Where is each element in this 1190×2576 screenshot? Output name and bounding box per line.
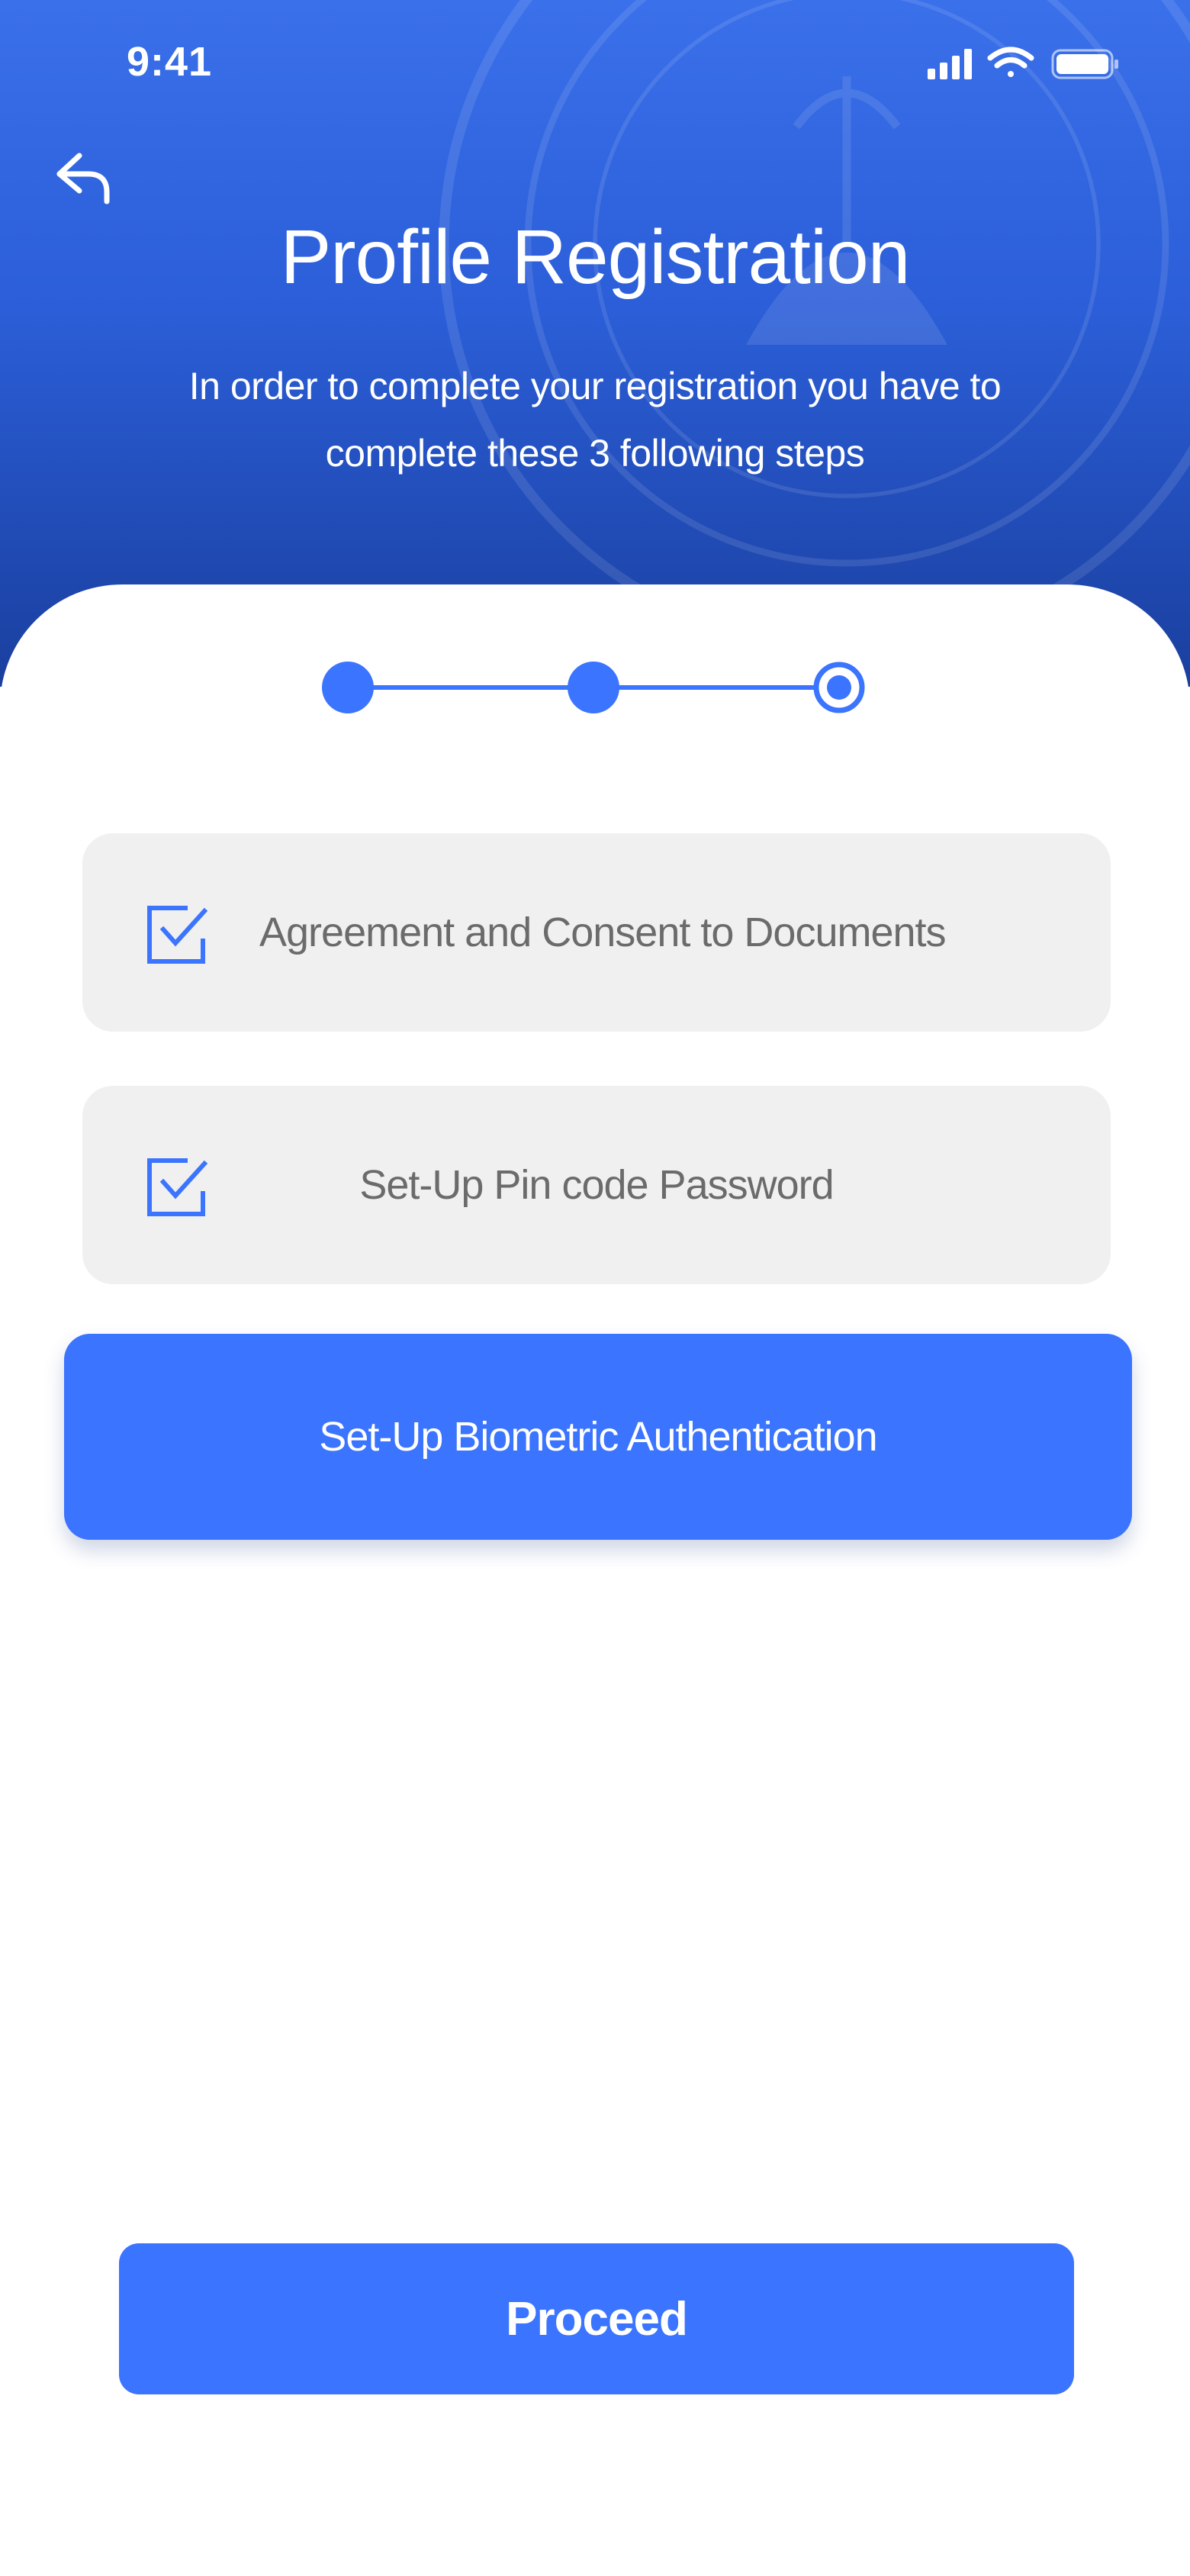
battery-icon (1051, 49, 1118, 79)
step-row-pin[interactable]: Set-Up Pin code Password (82, 1086, 1111, 1284)
status-time: 9:41 (127, 39, 213, 85)
status-icons (928, 47, 1118, 79)
step-label-pin: Set-Up Pin code Password (359, 1162, 834, 1208)
progress-stepper (322, 662, 865, 713)
step-row-agreement[interactable]: Agreement and Consent to Documents (82, 833, 1111, 1032)
header: 9:41 Profile Registration In order to co… (0, 0, 1190, 687)
back-arrow-icon[interactable] (50, 143, 119, 212)
subtitle-line-2: complete these 3 following steps (325, 432, 865, 475)
page-title: Profile Registration (280, 214, 911, 300)
cellular-signal-icon (928, 49, 972, 79)
stepper-dot-1 (322, 662, 374, 713)
step-label-agreement: Agreement and Consent to Documents (259, 910, 947, 955)
emblem-watermark (439, 0, 1190, 652)
proceed-button[interactable]: Proceed (119, 2243, 1074, 2394)
wifi-icon (987, 47, 1034, 77)
stepper-dot-3-current (813, 662, 865, 713)
checkbox-checked-icon (147, 906, 208, 964)
biometric-step-button[interactable]: Set-Up Biometric Authentication (64, 1334, 1132, 1540)
subtitle-line-1: In order to complete your registration y… (188, 365, 1002, 407)
stepper-dot-2 (568, 662, 619, 713)
page-subtitle: In order to complete your registration y… (153, 353, 1037, 487)
